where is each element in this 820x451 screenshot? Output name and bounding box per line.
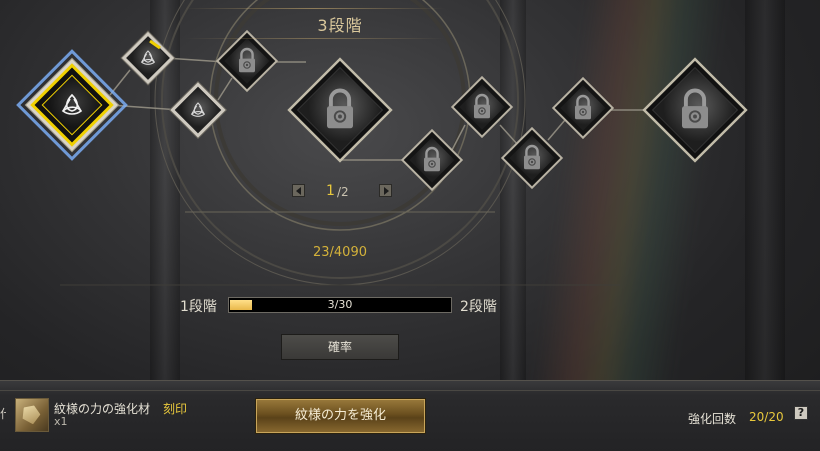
node-9[interactable] <box>551 76 615 140</box>
engraving-tree-window: 3段階 1 /2 23/4090 1段階 3/30 2段階 確率 什 紋様の力の… <box>0 0 820 451</box>
enhance-count-value: 20/20 <box>749 410 784 424</box>
footer-divider <box>0 390 820 391</box>
next-page-button[interactable] <box>379 184 392 197</box>
page-total: /2 <box>337 185 349 199</box>
node-selected[interactable] <box>16 49 128 161</box>
help-button[interactable]: ? <box>794 406 808 420</box>
stage-title: 3段階 <box>317 16 363 35</box>
edge-text: 什 <box>0 405 6 422</box>
enhance-count-label: 強化回数 <box>688 412 737 426</box>
node-6[interactable] <box>400 128 464 192</box>
enhance-button[interactable]: 紋様の力を強化 <box>255 398 426 434</box>
node-10[interactable] <box>642 57 748 163</box>
node-2[interactable] <box>120 30 176 86</box>
node-tree <box>16 0 748 286</box>
title-rule <box>185 38 445 39</box>
node-4[interactable] <box>215 29 279 93</box>
prev-page-button[interactable] <box>292 184 305 197</box>
material-tag: 刻印 <box>163 402 188 416</box>
points-counter: 23/4090 <box>312 245 367 260</box>
progress-end-label: 2段階 <box>460 299 497 315</box>
material-item-icon[interactable] <box>15 398 49 432</box>
material-quantity: x1 <box>54 415 68 428</box>
page-current: 1 <box>326 183 335 199</box>
probability-button[interactable]: 確率 <box>281 334 399 360</box>
title-rule <box>185 8 445 9</box>
node-5[interactable] <box>287 57 393 163</box>
stage-progress-bar: 3/30 <box>228 297 452 313</box>
progress-start-label: 1段階 <box>180 299 217 315</box>
progress-text: 3/30 <box>327 298 353 311</box>
material-name: 紋様の力の強化材 <box>54 402 151 416</box>
